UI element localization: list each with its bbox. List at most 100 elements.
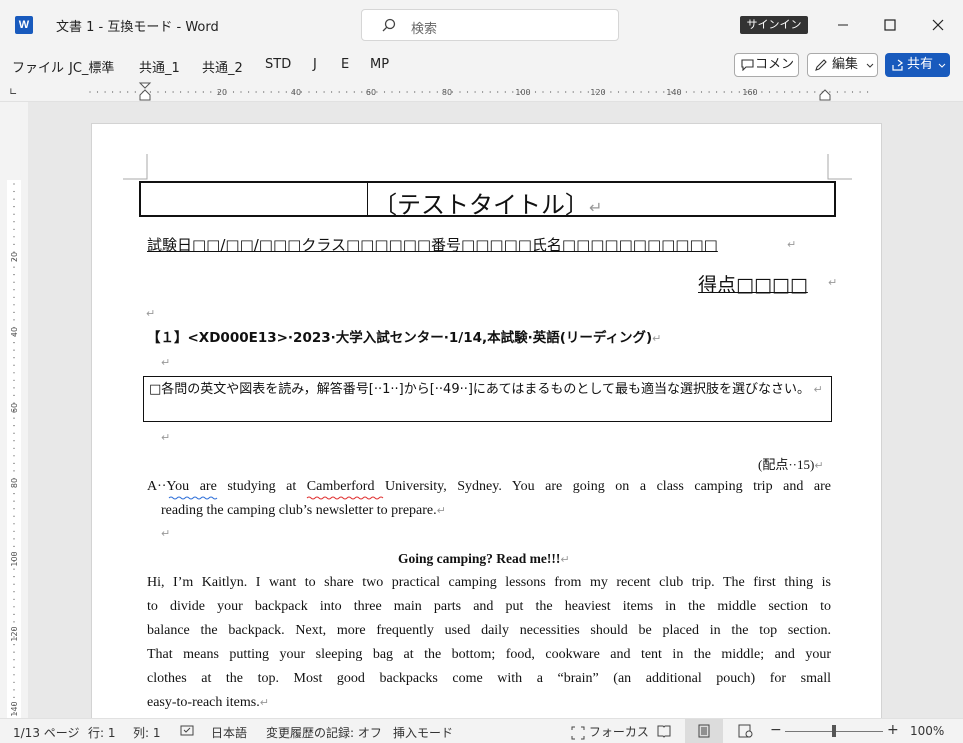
menu-e[interactable]: E xyxy=(341,57,349,72)
ruler-label: 100 xyxy=(515,88,530,97)
body-line[interactable]: to divide your backpack into three main … xyxy=(147,599,831,615)
share-label: 共有 xyxy=(907,57,934,72)
body-line[interactable]: Hi, I’m Kaitlyn. I want to share two pra… xyxy=(147,575,831,591)
ruler-tick xyxy=(13,447,15,449)
ruler-tick xyxy=(331,91,333,93)
ruler-tick xyxy=(13,221,15,223)
points-label[interactable]: (配点··15)↵ xyxy=(758,454,824,473)
ruler-tick xyxy=(13,659,15,661)
ruler-tick xyxy=(96,91,99,93)
insert-mode-status[interactable]: 挿入モード xyxy=(393,724,453,741)
vertical-ruler[interactable]: 20 40 60 80 100 120 140 xyxy=(0,102,28,720)
zoom-slider[interactable] xyxy=(785,725,883,737)
menu-jc-standard[interactable]: JC_標準 xyxy=(69,57,114,76)
ruler-tick xyxy=(13,357,15,359)
read-mode-icon[interactable] xyxy=(657,724,671,738)
title-table[interactable]: 〔テストタイトル〕↵ xyxy=(139,181,836,220)
ruler-tick xyxy=(723,91,725,93)
ruler-tick xyxy=(693,91,695,93)
zoom-in-button[interactable]: + xyxy=(887,722,899,738)
proofing-icon[interactable] xyxy=(180,725,194,738)
document-main-title[interactable]: 〔テストタイトル〕↵ xyxy=(373,185,602,220)
ruler-tick xyxy=(13,236,15,238)
spelling-underline xyxy=(168,496,384,500)
body-line[interactable]: clothes at the top. Most good backpacks … xyxy=(147,671,831,687)
passage-heading[interactable]: Going camping? Read me!!!↵ xyxy=(398,551,570,567)
right-indent-marker[interactable] xyxy=(819,89,831,101)
score-text: 得点□□□□ xyxy=(698,274,808,296)
maximize-button[interactable] xyxy=(877,12,903,38)
ruler-tick xyxy=(391,91,393,93)
paragraph-mark: ↵ xyxy=(814,459,824,472)
line-number[interactable]: 行: 1 xyxy=(88,724,116,741)
ruler-label: 140 xyxy=(10,701,19,716)
menu-j[interactable]: J xyxy=(313,57,317,72)
tab-selector-icon[interactable]: ∟ xyxy=(9,87,17,98)
web-layout-icon[interactable] xyxy=(738,724,753,738)
track-changes-status[interactable]: 変更履歴の記録: オフ xyxy=(266,724,382,741)
menu-std[interactable]: STD xyxy=(265,57,291,72)
ruler-tick xyxy=(13,228,15,230)
page-count[interactable]: 1/13 ページ xyxy=(13,724,80,741)
ruler-tick xyxy=(13,576,15,578)
paragraph-mark: ↵ xyxy=(161,356,171,369)
question-header[interactable]: 【１】<XD000E13>·2023·大学入試センター·1/14,本試験·英語(… xyxy=(147,326,661,346)
ruler-tick xyxy=(655,91,657,93)
paragraph-mark: ↵ xyxy=(652,332,662,345)
zoom-out-button[interactable]: − xyxy=(770,722,782,738)
edit-button[interactable]: 編集 xyxy=(807,53,878,77)
word-app-icon[interactable]: W xyxy=(15,16,37,34)
zoom-level[interactable]: 100% xyxy=(910,724,944,738)
zoom-slider-thumb[interactable] xyxy=(832,725,836,737)
ruler-tick xyxy=(338,91,340,93)
share-button[interactable]: 共有 xyxy=(885,53,950,77)
document-canvas[interactable]: 〔テストタイトル〕↵ 試験日□□/□□/□□□クラス□□□□□□番号□□□□□氏… xyxy=(28,102,963,718)
document-main-title-text: 〔テストタイトル〕 xyxy=(373,191,589,219)
body-line[interactable]: balance the backpack. Next, more frequen… xyxy=(147,623,831,639)
signin-button[interactable]: サインイン xyxy=(740,16,808,34)
minimize-button[interactable] xyxy=(830,12,856,38)
menu-file[interactable]: ファイル xyxy=(12,57,64,76)
ruler-tick xyxy=(504,91,506,93)
document-title: 文書 1 - 互換モード - Word xyxy=(56,20,219,35)
ruler-tick xyxy=(13,387,15,389)
ruler-tick xyxy=(187,91,189,93)
ruler-tick xyxy=(784,91,786,93)
ruler-tick xyxy=(13,523,15,525)
language-indicator[interactable]: 日本語 xyxy=(211,724,247,741)
focus-icon xyxy=(571,726,585,739)
document-page[interactable]: 〔テストタイトル〕↵ 試験日□□/□□/□□□クラス□□□□□□番号□□□□□氏… xyxy=(91,123,882,718)
ruler-label: 60 xyxy=(366,88,376,97)
ruler-tick xyxy=(89,91,91,93)
comment-button[interactable]: コメント xyxy=(734,53,799,94)
passage-intro-line-2[interactable]: reading the camping club’s newsletter to… xyxy=(161,503,446,519)
ruler-tick xyxy=(580,91,582,93)
menu-mp[interactable]: MP xyxy=(370,57,389,72)
passage-intro-line-1[interactable]: A··You are studying at Camberford Univer… xyxy=(147,479,831,495)
maximize-icon xyxy=(884,19,896,31)
body-line[interactable]: That means putting your sleeping bag at … xyxy=(147,647,831,663)
focus-button[interactable]: フォーカス xyxy=(571,723,649,740)
ruler-tick xyxy=(346,91,348,93)
horizontal-ruler[interactable]: ∟ 20 40 60 80 100 120 140 160 xyxy=(0,80,963,102)
close-button[interactable] xyxy=(925,12,951,38)
score-line[interactable]: 得点□□□□ xyxy=(698,270,808,297)
menu-common-1[interactable]: 共通_1 xyxy=(139,57,180,76)
left-indent-marker[interactable] xyxy=(139,89,151,101)
instruction-text: □各問の英文や図表を読み，解答番号[··1··]から[··49··]にあてはまる… xyxy=(149,382,811,397)
ruler-tick xyxy=(383,91,386,93)
ruler-tick xyxy=(844,91,846,93)
search-input[interactable]: 検索 xyxy=(361,9,619,41)
print-layout-button[interactable] xyxy=(685,719,723,743)
first-line-indent-marker[interactable] xyxy=(138,82,152,89)
menu-common-2[interactable]: 共通_2 xyxy=(202,57,243,76)
ruler-label: 160 xyxy=(742,88,757,97)
menu-bar: ファイル JC_標準 共通_1 共通_2 STD J E MP コメント 編集 … xyxy=(0,50,963,94)
body-last-line[interactable]: easy-to-reach items.↵ xyxy=(147,695,269,711)
ruler-tick xyxy=(459,91,461,93)
exam-info-line[interactable]: 試験日□□/□□/□□□クラス□□□□□□番号□□□□□氏名□□□□□□□□□□… xyxy=(147,234,718,255)
ruler-tick xyxy=(13,372,15,374)
column-number[interactable]: 列: 1 xyxy=(133,724,161,741)
ruler-tick xyxy=(731,91,733,93)
instruction-box[interactable]: □各問の英文や図表を読み，解答番号[··1··]から[··49··]にあてはまる… xyxy=(143,376,832,422)
